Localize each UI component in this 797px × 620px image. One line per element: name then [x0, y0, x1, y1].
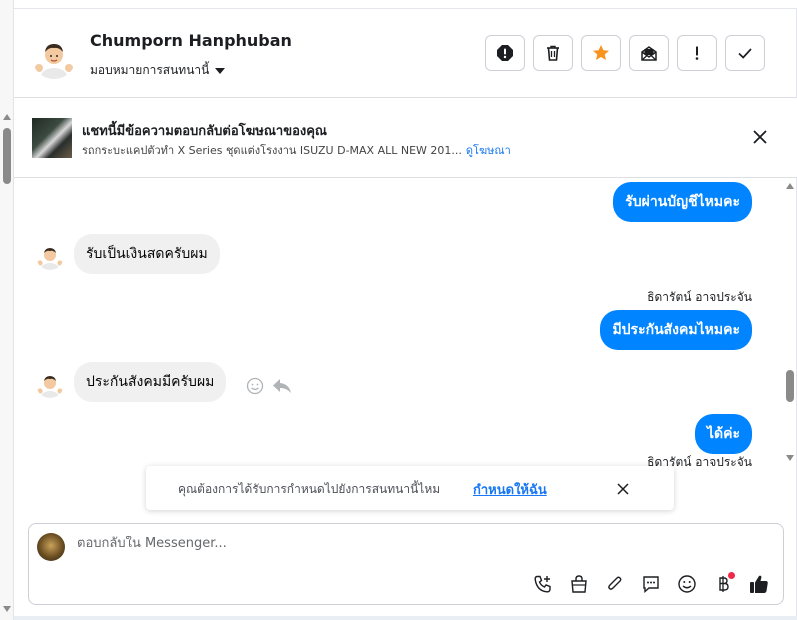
react-button[interactable] [246, 377, 264, 399]
assign-conversation-dropdown[interactable]: มอบหมายการสนทนานี้ [90, 61, 226, 80]
close-banner-button[interactable] [751, 128, 769, 146]
message-composer [28, 523, 784, 605]
bottom-edge [14, 616, 797, 620]
contact-avatar-small [36, 370, 64, 398]
shopping-bag-icon [571, 575, 587, 593]
star-icon [593, 45, 609, 60]
smiley-icon [246, 377, 264, 395]
emoji-button[interactable] [675, 572, 699, 596]
mark-done-button[interactable] [725, 35, 765, 71]
assign-to-me-link[interactable]: กำหนดให้ฉัน [473, 479, 547, 500]
reply-arrow-icon [273, 379, 291, 393]
saved-replies-button[interactable] [639, 572, 663, 596]
ad-banner-subtitle: รถกระบะแคปตัวทำ X Series ชุดแต่งโรงงาน I… [82, 141, 511, 159]
close-icon [617, 483, 629, 495]
trash-icon [547, 45, 559, 61]
thread-scroll-down-icon[interactable] [786, 455, 794, 461]
assign-label: มอบหมายการสนทนานี้ [90, 63, 210, 77]
composer-toolbar [531, 572, 771, 596]
like-button[interactable] [747, 572, 771, 596]
ad-banner-title: แชทนี้มีข้อความตอบกลับต่อโฆษณาของคุณ [82, 124, 327, 139]
mark-unread-button[interactable] [629, 35, 669, 71]
outgoing-message[interactable]: ได้ค่ะ [694, 414, 752, 454]
thread-scroll-up-icon[interactable] [786, 183, 794, 189]
scroll-down-arrow-icon[interactable] [3, 606, 11, 612]
view-ad-link[interactable]: ดูโฆษณา [466, 144, 511, 157]
message-thread[interactable]: รับผ่านบัญชีไหมคะ รับเป็นเงินสดครับผม ธิ… [14, 178, 797, 510]
message-actions [246, 377, 292, 399]
follow-up-button[interactable] [677, 35, 717, 71]
caret-down-icon [215, 67, 226, 74]
page-scrollbar[interactable] [0, 0, 14, 620]
smiley-icon [678, 575, 696, 593]
thread-scrollbar[interactable] [783, 178, 797, 468]
sender-name: ธิดารัตน์ อาจประจัน [647, 290, 752, 304]
outgoing-message[interactable]: มีประกันสังคมไหมคะ [600, 310, 752, 350]
attach-button[interactable] [603, 572, 627, 596]
thumbs-up-icon [750, 575, 768, 593]
alert-circle-icon [497, 45, 513, 61]
call-button[interactable] [531, 572, 555, 596]
close-prompt-button[interactable] [616, 481, 630, 495]
notification-dot [728, 572, 735, 579]
delete-button[interactable] [533, 35, 573, 71]
star-button[interactable] [581, 35, 621, 71]
paperclip-icon [608, 576, 622, 590]
ad-description: รถกระบะแคปตัวทำ X Series ชุดแต่งโรงงาน I… [82, 144, 462, 157]
contact-avatar-small [36, 242, 64, 270]
incoming-message[interactable]: รับเป็นเงินสดครับผม [74, 234, 220, 274]
incoming-message[interactable]: ประกันสังคมมีครับผม [74, 362, 227, 402]
thread-scroll-thumb[interactable] [786, 370, 794, 402]
scroll-thumb[interactable] [3, 128, 11, 184]
report-spam-button[interactable] [485, 35, 525, 71]
conversation-header: Chumporn Hanphuban มอบหมายการสนทนานี้ [14, 9, 797, 98]
payment-button[interactable] [711, 572, 735, 596]
contact-name[interactable]: Chumporn Hanphuban [90, 31, 292, 50]
shop-button[interactable] [567, 572, 591, 596]
reply-input[interactable] [77, 536, 677, 551]
envelope-icon [641, 46, 657, 61]
header-actions [485, 35, 765, 71]
speech-bubble-icon [643, 576, 659, 594]
page-avatar [37, 533, 65, 561]
reply-button[interactable] [272, 377, 292, 399]
scroll-up-arrow-icon[interactable] [3, 114, 11, 120]
close-icon [753, 130, 767, 144]
assign-prompt: คุณต้องการได้รับการกำหนดไปยังการสนทนานี้… [146, 466, 674, 510]
outgoing-message[interactable]: รับผ่านบัญชีไหมคะ [613, 182, 752, 222]
ad-thumbnail[interactable] [32, 118, 72, 158]
assign-prompt-text: คุณต้องการได้รับการกำหนดไปยังการสนทนานี้… [178, 482, 441, 496]
exclamation-icon [695, 46, 699, 60]
check-icon [738, 48, 752, 59]
phone-plus-icon [534, 575, 551, 593]
contact-avatar[interactable] [32, 35, 76, 79]
ad-reply-banner: แชทนี้มีข้อความตอบกลับต่อโฆษณาของคุณ รถก… [14, 98, 797, 178]
